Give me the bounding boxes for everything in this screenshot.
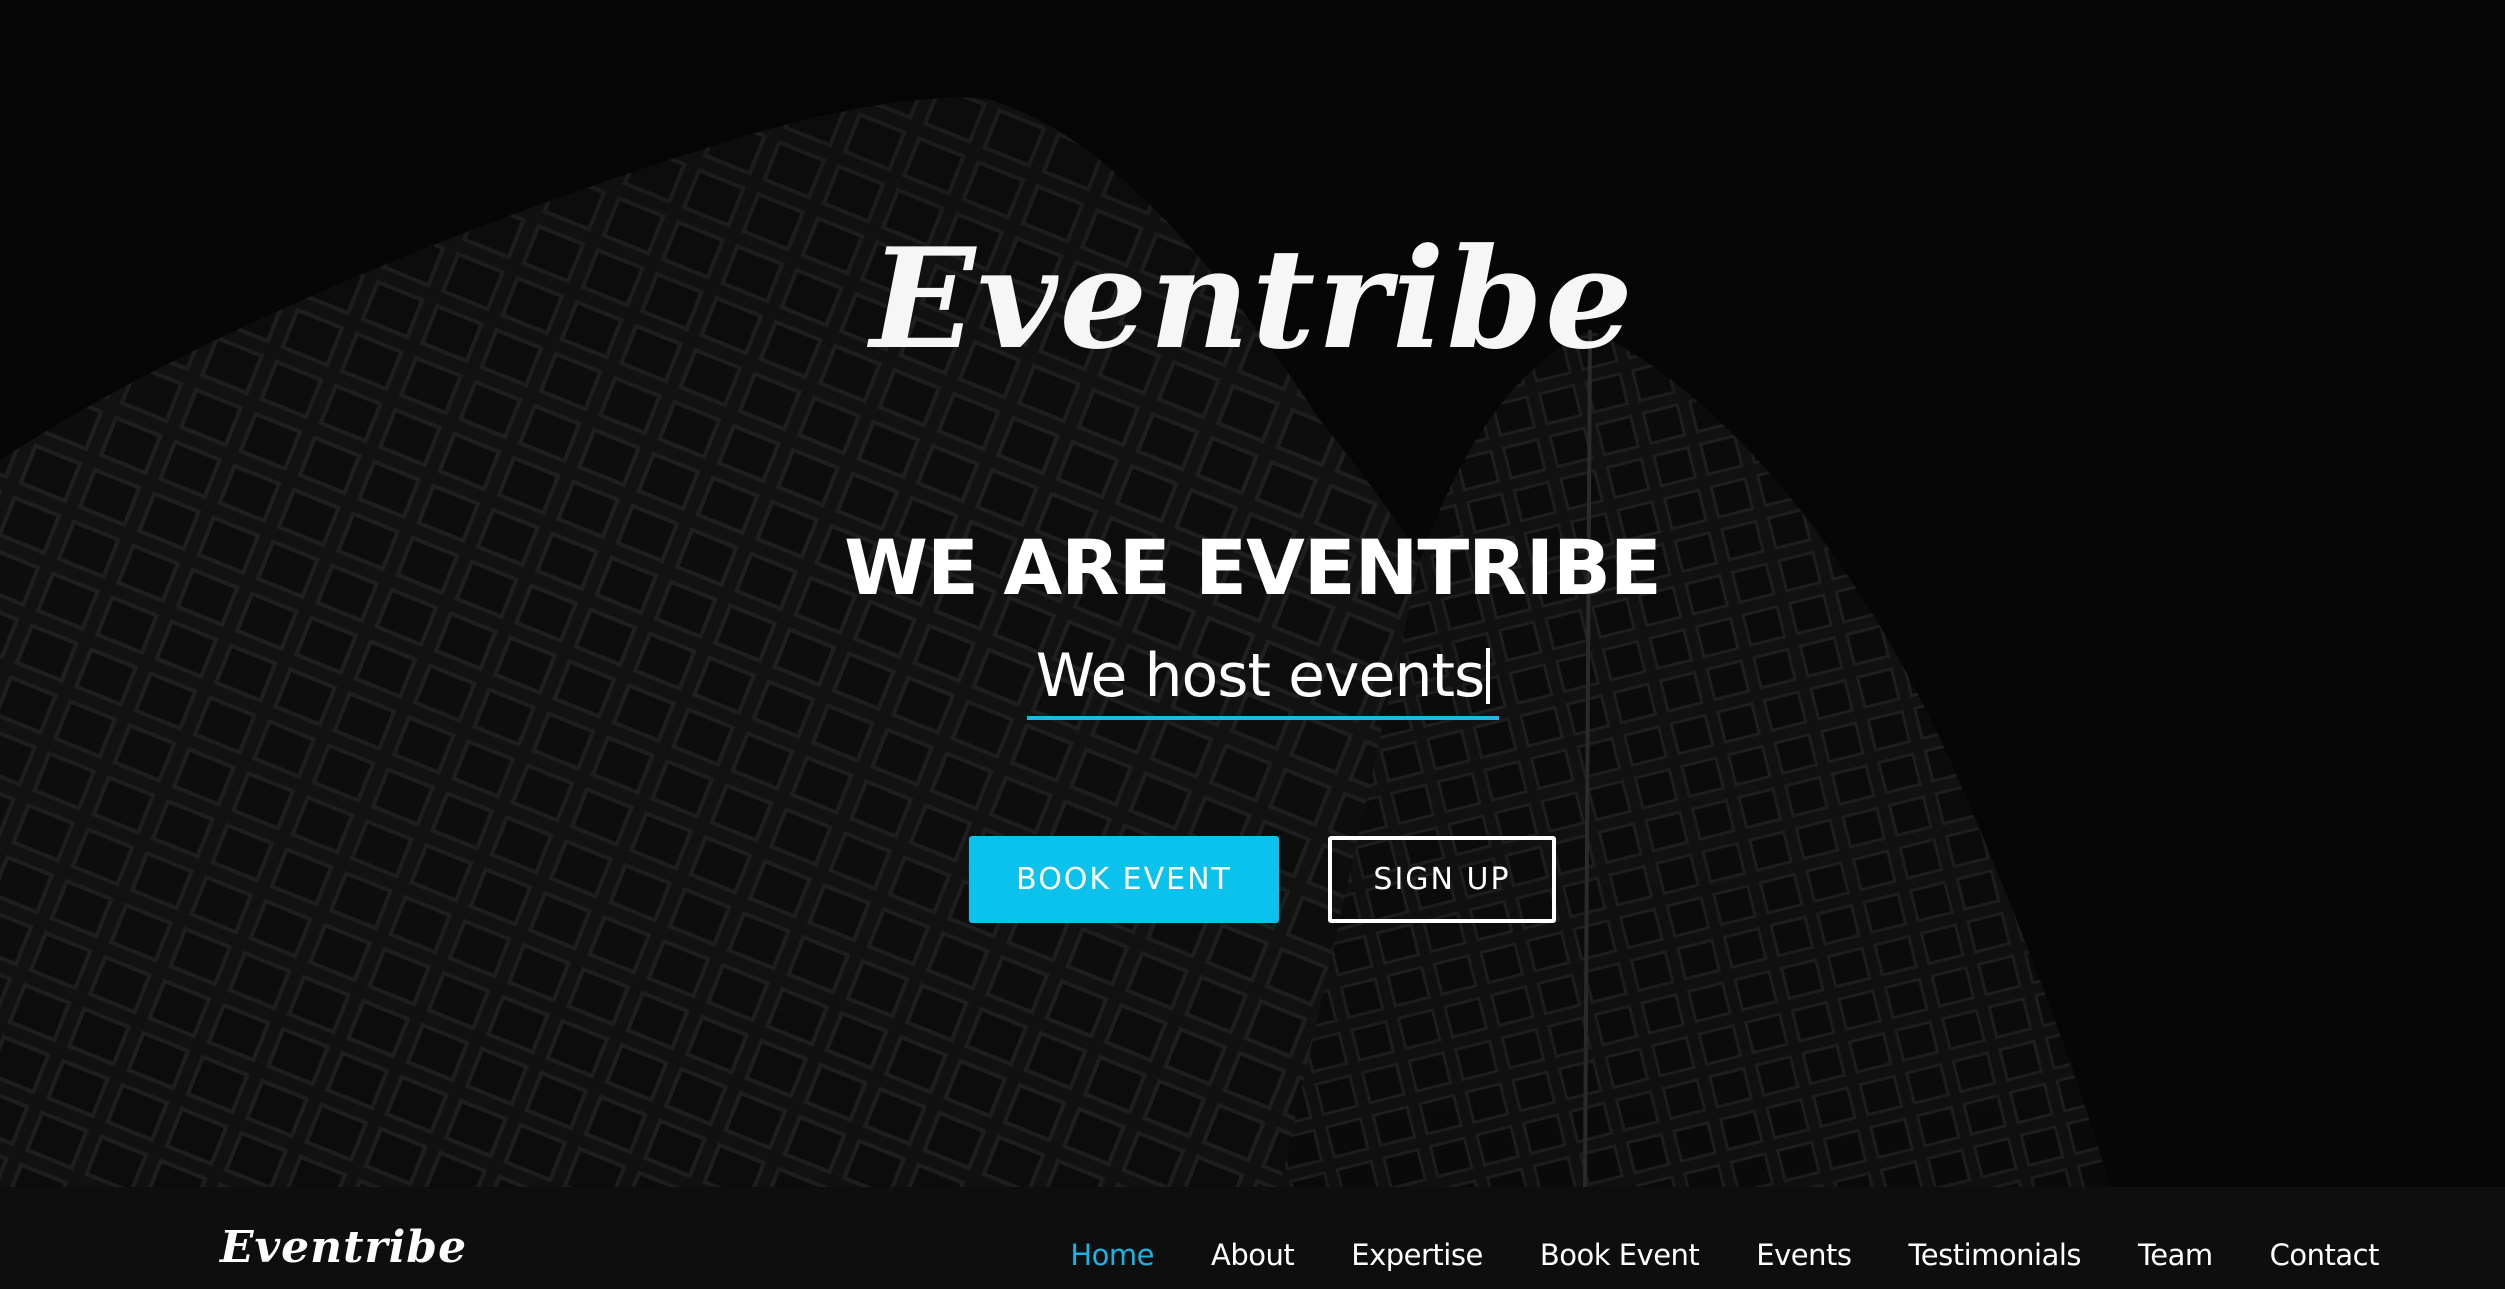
nav-item-expertise[interactable]: Expertise bbox=[1351, 1235, 1483, 1275]
typed-text-container: We host events bbox=[1027, 636, 1499, 720]
book-event-button-label: BOOK EVENT bbox=[1016, 862, 1232, 897]
navbar-logo[interactable]: Eventribe bbox=[220, 1226, 467, 1270]
typing-caret bbox=[1486, 648, 1491, 704]
nav-item-testimonials[interactable]: Testimonials bbox=[1908, 1235, 2081, 1275]
nav-item-contact[interactable]: Contact bbox=[2270, 1235, 2380, 1275]
hero-logo: Eventribe bbox=[870, 217, 1635, 380]
nav-item-events[interactable]: Events bbox=[1756, 1235, 1852, 1275]
sign-up-button-label: SIGN UP bbox=[1373, 862, 1511, 897]
typed-text: We host events bbox=[1035, 641, 1486, 711]
nav-links: Home About Expertise Book Event Events T… bbox=[1013, 1235, 2379, 1275]
hero-section: Eventribe WE ARE EVENTRIBE We host event… bbox=[0, 0, 2505, 1187]
hero-headline: WE ARE EVENTRIBE bbox=[844, 523, 1662, 612]
nav-item-team[interactable]: Team bbox=[2138, 1235, 2213, 1275]
nav-item-book-event[interactable]: Book Event bbox=[1540, 1235, 1700, 1275]
book-event-button[interactable]: BOOK EVENT bbox=[969, 836, 1279, 923]
sign-up-button[interactable]: SIGN UP bbox=[1328, 836, 1556, 923]
nav-item-about[interactable]: About bbox=[1211, 1235, 1295, 1275]
nav-item-home[interactable]: Home bbox=[1070, 1235, 1154, 1275]
